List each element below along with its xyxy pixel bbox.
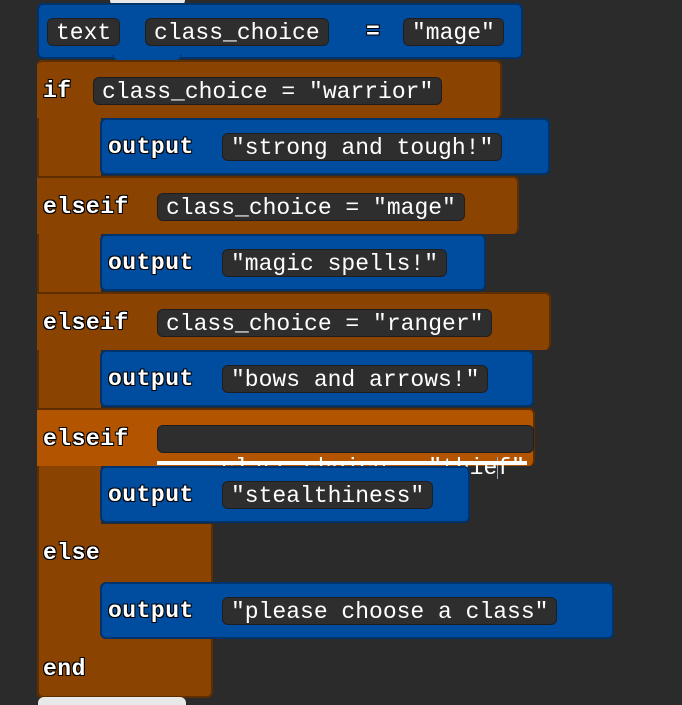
output-block-4[interactable]: output "stealthiness": [100, 466, 470, 523]
output-value-field[interactable]: "stealthiness": [222, 481, 434, 509]
drop-indicator-line: [157, 461, 527, 465]
output-value-field[interactable]: "strong and tough!": [222, 133, 503, 161]
output-keyword: output: [108, 482, 194, 508]
output-block-1[interactable]: output "strong and tough!": [100, 118, 550, 175]
text-assign-block[interactable]: text text class_choice = "mage": [37, 3, 523, 59]
if-condition-field[interactable]: class_choice = "warrior": [93, 77, 443, 105]
elseif-row-1[interactable]: elseif class_choice = "mage": [37, 176, 519, 234]
variable-name-field[interactable]: class_choice: [145, 18, 329, 46]
output-keyword: output: [108, 366, 194, 392]
elseif-condition-field[interactable]: class_choice = "mage": [157, 193, 465, 221]
if-keyword: if: [43, 78, 72, 104]
elseif-keyword: elseif: [43, 426, 129, 452]
output-value-field[interactable]: "please choose a class": [222, 597, 558, 625]
elseif-row-2[interactable]: elseif class_choice = "ranger": [37, 292, 551, 350]
output-value-field[interactable]: "magic spells!": [222, 249, 448, 277]
elseif-condition-field[interactable]: class_choice = "ranger": [157, 309, 493, 337]
elseif-keyword: elseif: [43, 310, 129, 336]
text-type-pill[interactable]: text: [47, 18, 121, 46]
output-value-field[interactable]: "bows and arrows!": [222, 365, 489, 393]
elseif-condition-input[interactable]: class_choice = "thief": [157, 425, 534, 481]
condition-text-after-cursor: f": [497, 455, 525, 481]
elseif-row-3-selected[interactable]: elseif class_choice = "thief": [37, 408, 535, 481]
output-block-5[interactable]: output "please choose a class": [100, 582, 614, 639]
assign-operator: =: [366, 19, 381, 45]
output-keyword: output: [108, 598, 194, 624]
end-keyword: end: [43, 656, 86, 682]
elseif-keyword: elseif: [43, 194, 129, 220]
output-block-2[interactable]: output "magic spells!": [100, 234, 486, 291]
output-keyword: output: [108, 134, 194, 160]
next-block-stub: [38, 697, 186, 705]
else-keyword: else: [43, 540, 101, 566]
output-block-3[interactable]: output "bows and arrows!": [100, 350, 534, 407]
assign-value-field[interactable]: "mage": [403, 18, 504, 46]
if-row[interactable]: if class_choice = "warrior": [37, 60, 502, 118]
output-keyword: output: [108, 250, 194, 276]
